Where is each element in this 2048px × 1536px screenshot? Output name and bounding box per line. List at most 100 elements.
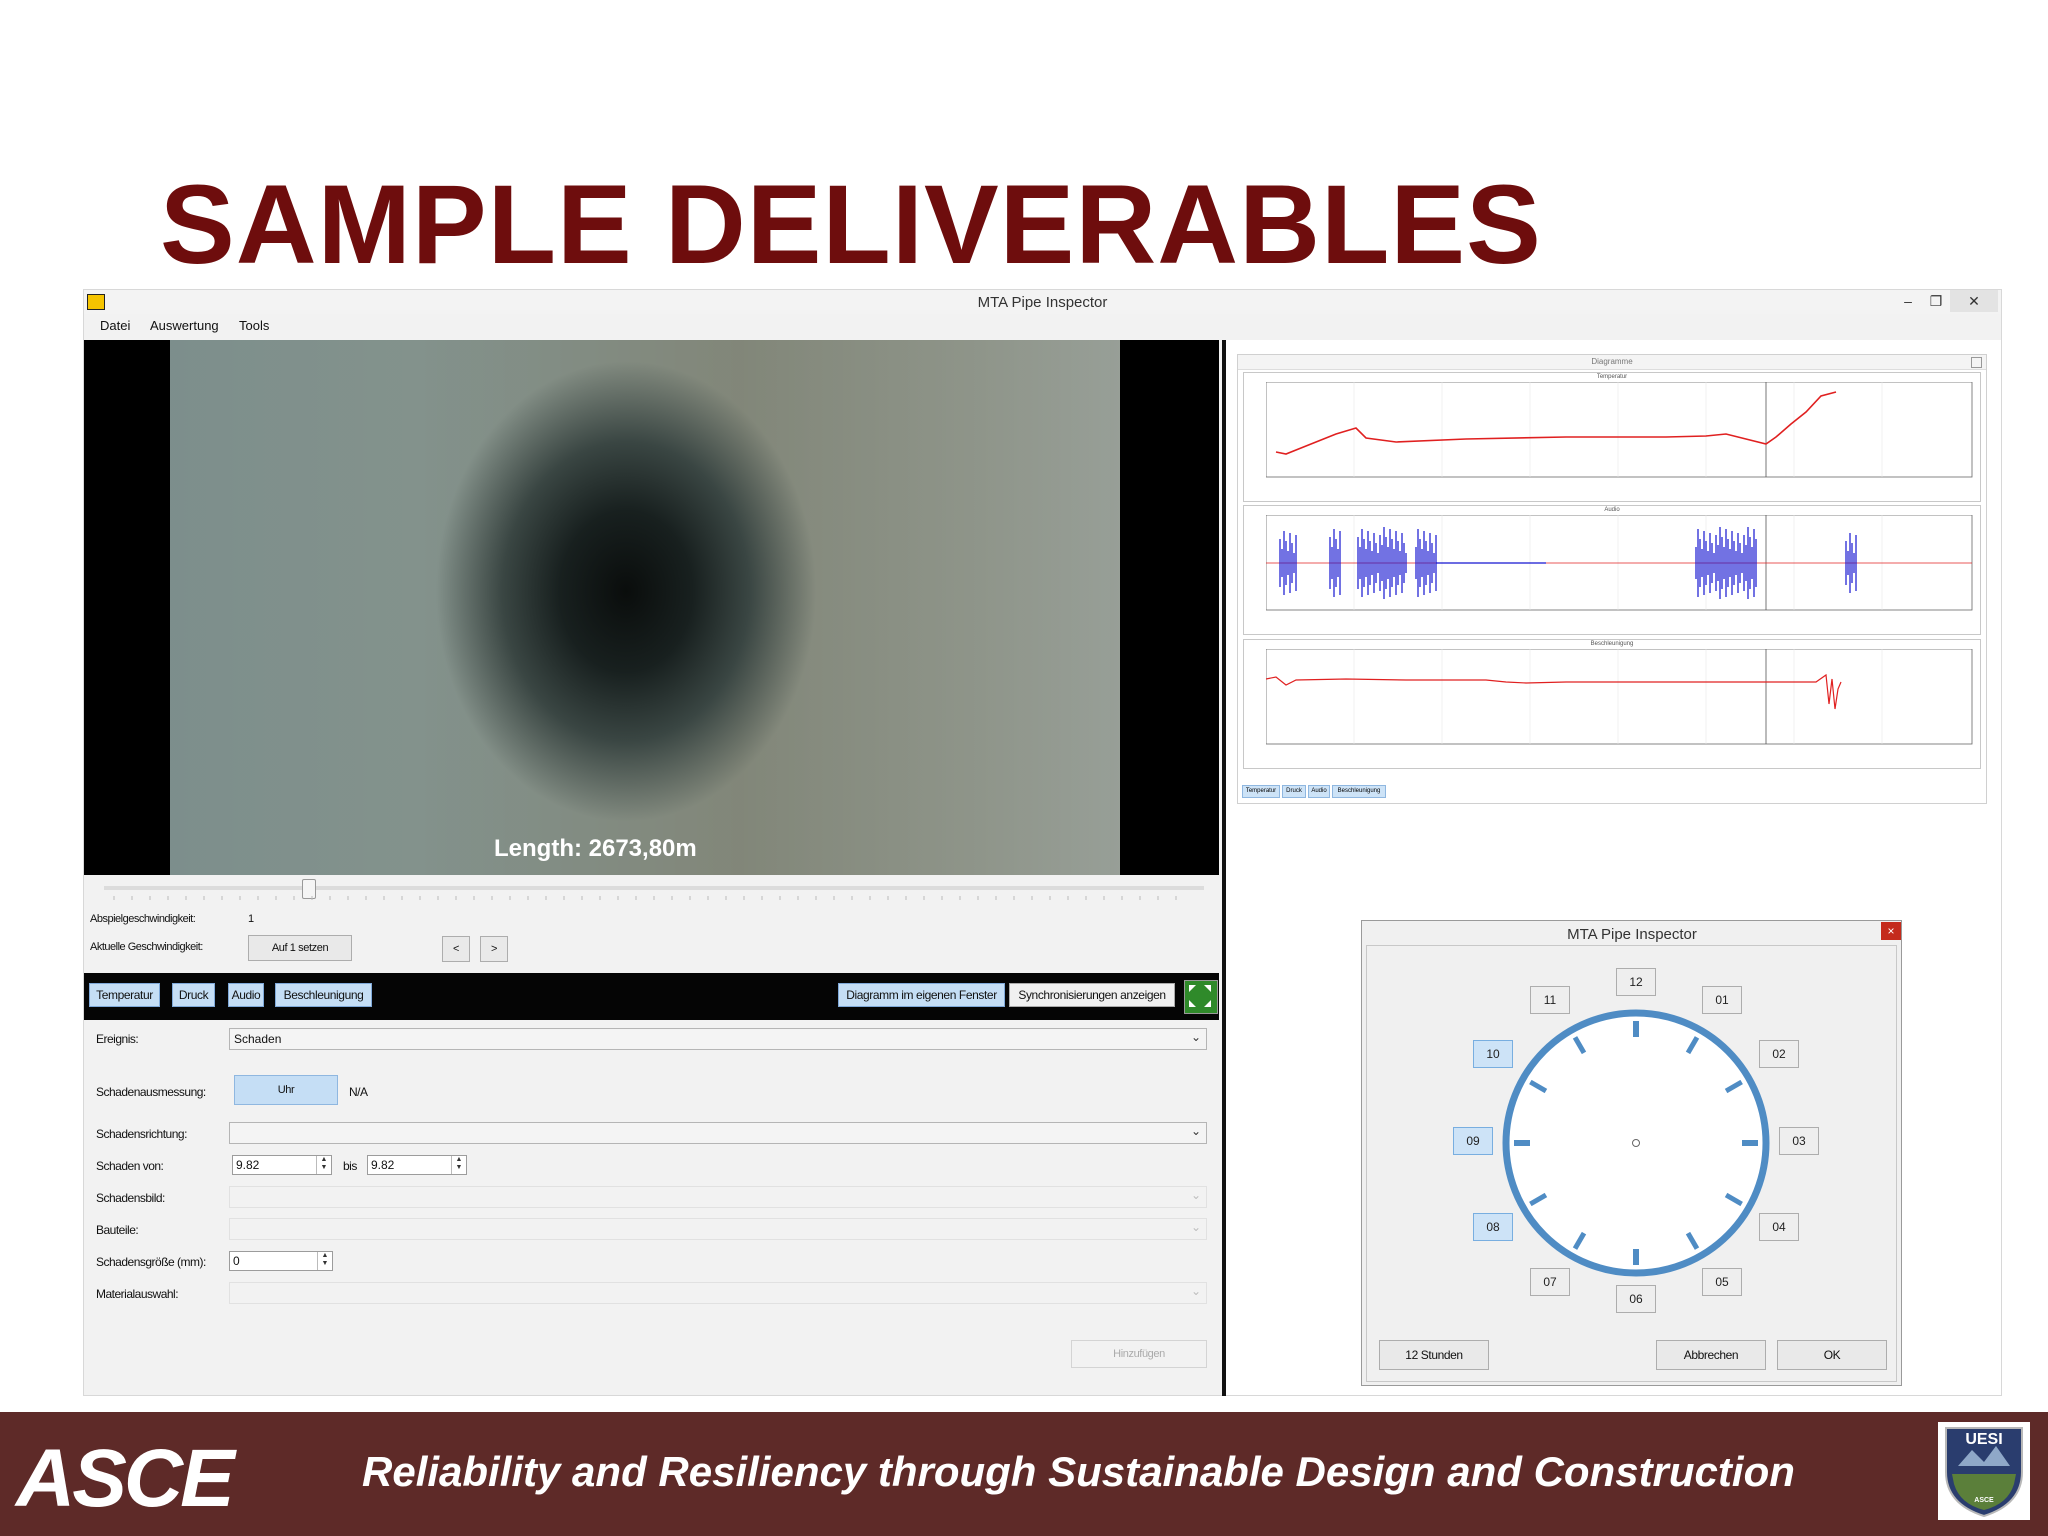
temperature-chart: Temperatur — [1243, 372, 1981, 502]
current-speed-label: Aktuelle Geschwindigkeit: — [90, 941, 203, 953]
event-select-value: Schaden — [234, 1032, 282, 1046]
temperature-plot — [1266, 382, 1973, 478]
chevron-down-icon: ⌄ — [1190, 1284, 1201, 1298]
to-stepper[interactable]: 9.82 ▲ ▼ — [367, 1155, 467, 1175]
ok-button[interactable]: OK — [1777, 1340, 1887, 1370]
speed-label: Abspielgeschwindigkeit: — [90, 913, 196, 925]
slider-ticks — [113, 896, 1177, 900]
close-icon[interactable]: ✕ — [1950, 290, 1998, 312]
from-value: 9.82 — [236, 1158, 260, 1172]
show-sync-button[interactable]: Synchronisierungen anzeigen — [1009, 983, 1175, 1007]
twelve-hours-button[interactable]: 12 Stunden — [1379, 1340, 1489, 1370]
video-view[interactable] — [84, 340, 1219, 875]
size-value: 0 — [233, 1254, 240, 1268]
diagram-tab-temperatur[interactable]: Temperatur — [1242, 785, 1280, 798]
damage-image-select[interactable]: ⌄ — [229, 1186, 1207, 1208]
hour-button-08[interactable]: 08 — [1473, 1213, 1513, 1241]
clock-dialog-body: 12 01 02 03 04 05 06 07 08 09 10 11 12 S… — [1366, 945, 1897, 1382]
diagram-tab-druck[interactable]: Druck — [1282, 785, 1306, 798]
clock-dialog: MTA Pipe Inspector × 12 01 02 03 04 05 0… — [1361, 920, 1902, 1386]
diagram-panel-title: Diagramme — [1238, 355, 1986, 370]
temperature-chart-title: Temperatur — [1596, 374, 1628, 380]
speed-value: 1 — [248, 913, 254, 925]
measure-value: N/A — [349, 1085, 368, 1099]
material-label: Materialauswahl: — [96, 1287, 179, 1301]
tab-druck[interactable]: Druck — [172, 983, 215, 1007]
playback-slider[interactable] — [104, 886, 1204, 890]
plot-frame — [1266, 649, 1973, 745]
menu-tools[interactable]: Tools — [239, 318, 269, 333]
reset-speed-button[interactable]: Auf 1 setzen — [248, 935, 352, 961]
tab-temperatur[interactable]: Temperatur — [89, 983, 160, 1007]
chevron-down-icon: ⌄ — [1190, 1030, 1201, 1044]
hour-button-04[interactable]: 04 — [1759, 1213, 1799, 1241]
image-label: Schadensbild: — [96, 1191, 165, 1205]
acceleration-chart: Beschleunigung — [1243, 639, 1981, 769]
event-select[interactable]: Schaden ⌄ — [229, 1028, 1207, 1050]
to-value: 9.82 — [371, 1158, 395, 1172]
size-stepper[interactable]: 0 ▲ ▼ — [229, 1251, 333, 1271]
parts-label: Bauteile: — [96, 1223, 139, 1237]
diagram-tab-beschleunigung[interactable]: Beschleunigung — [1332, 785, 1386, 798]
cancel-button[interactable]: Abbrechen — [1656, 1340, 1766, 1370]
hour-button-09[interactable]: 09 — [1453, 1127, 1493, 1155]
svg-text:ASCE: ASCE — [1974, 1497, 1994, 1504]
window-title: MTA Pipe Inspector — [977, 294, 1108, 311]
footer-tagline: Reliability and Resiliency through Susta… — [362, 1448, 1795, 1495]
material-select[interactable]: ⌄ — [229, 1282, 1207, 1304]
uesi-badge-logo: UESI ASCE — [1938, 1422, 2030, 1520]
hour-button-07[interactable]: 07 — [1530, 1268, 1570, 1296]
chevron-down-icon: ⌄ — [1190, 1188, 1201, 1202]
hour-button-02[interactable]: 02 — [1759, 1040, 1799, 1068]
maximize-icon[interactable] — [1971, 357, 1982, 368]
direction-label: Schadensrichtung: — [96, 1127, 187, 1141]
diagram-tab-audio[interactable]: Audio — [1308, 785, 1330, 798]
measure-label: Schadenausmessung: — [96, 1085, 206, 1099]
hour-button-05[interactable]: 05 — [1702, 1268, 1742, 1296]
hour-button-12[interactable]: 12 — [1616, 968, 1656, 996]
stepper-arrows-icon[interactable]: ▲ ▼ — [317, 1252, 332, 1270]
menu-datei[interactable]: Datei — [100, 318, 130, 333]
acceleration-plot — [1266, 649, 1973, 745]
length-overlay: Length: 2673,80m — [494, 835, 697, 862]
from-label: Schaden von: — [96, 1159, 164, 1173]
add-button[interactable]: Hinzufügen — [1071, 1340, 1207, 1368]
hour-button-11[interactable]: 11 — [1530, 986, 1570, 1014]
chevron-down-icon: ⌄ — [1190, 1220, 1201, 1234]
diagram-window-button[interactable]: Diagramm im eigenen Fenster — [838, 983, 1005, 1007]
clock-dialog-title: MTA Pipe Inspector — [1567, 926, 1697, 943]
app-window: MTA Pipe Inspector – ❐ ✕ Datei Auswertun… — [83, 289, 2002, 1396]
hour-button-01[interactable]: 01 — [1702, 986, 1742, 1014]
next-button[interactable]: > — [480, 936, 508, 962]
event-label: Ereignis: — [96, 1032, 139, 1046]
acceleration-chart-title: Beschleunigung — [1590, 641, 1634, 647]
hour-button-06[interactable]: 06 — [1616, 1285, 1656, 1313]
tab-audio[interactable]: Audio — [228, 983, 264, 1007]
restore-icon[interactable]: ❐ — [1918, 290, 1954, 312]
clock-measure-button[interactable]: Uhr — [234, 1075, 338, 1105]
pipe-camera-image — [170, 340, 1120, 875]
stepper-arrows-icon[interactable]: ▲ ▼ — [451, 1156, 466, 1174]
tab-beschleunigung[interactable]: Beschleunigung — [275, 983, 372, 1007]
menu-auswertung[interactable]: Auswertung — [150, 318, 219, 333]
audio-plot — [1266, 515, 1973, 611]
size-label: Schadensgröße (mm): — [96, 1255, 206, 1269]
direction-select[interactable]: ⌄ — [229, 1122, 1207, 1144]
asce-logo: ASCE — [16, 1433, 235, 1524]
chevron-down-icon: ⌄ — [1190, 1124, 1201, 1138]
hour-button-10[interactable]: 10 — [1473, 1040, 1513, 1068]
plot-frame — [1266, 382, 1973, 478]
clock-face[interactable] — [1498, 1005, 1774, 1281]
audio-chart: Audio — [1243, 505, 1981, 635]
svg-text:UESI: UESI — [1965, 1431, 2002, 1448]
parts-select[interactable]: ⌄ — [229, 1218, 1207, 1240]
stepper-arrows-icon[interactable]: ▲ ▼ — [316, 1156, 331, 1174]
diagram-panel: Diagramme Temperatur Audio Beschleunigun… — [1237, 354, 1987, 804]
expand-icon[interactable] — [1184, 980, 1218, 1014]
from-stepper[interactable]: 9.82 ▲ ▼ — [232, 1155, 332, 1175]
hour-button-03[interactable]: 03 — [1779, 1127, 1819, 1155]
audio-chart-title: Audio — [1604, 507, 1620, 513]
prev-button[interactable]: < — [442, 936, 470, 962]
to-label: bis — [343, 1159, 357, 1173]
close-icon[interactable]: × — [1881, 922, 1901, 940]
